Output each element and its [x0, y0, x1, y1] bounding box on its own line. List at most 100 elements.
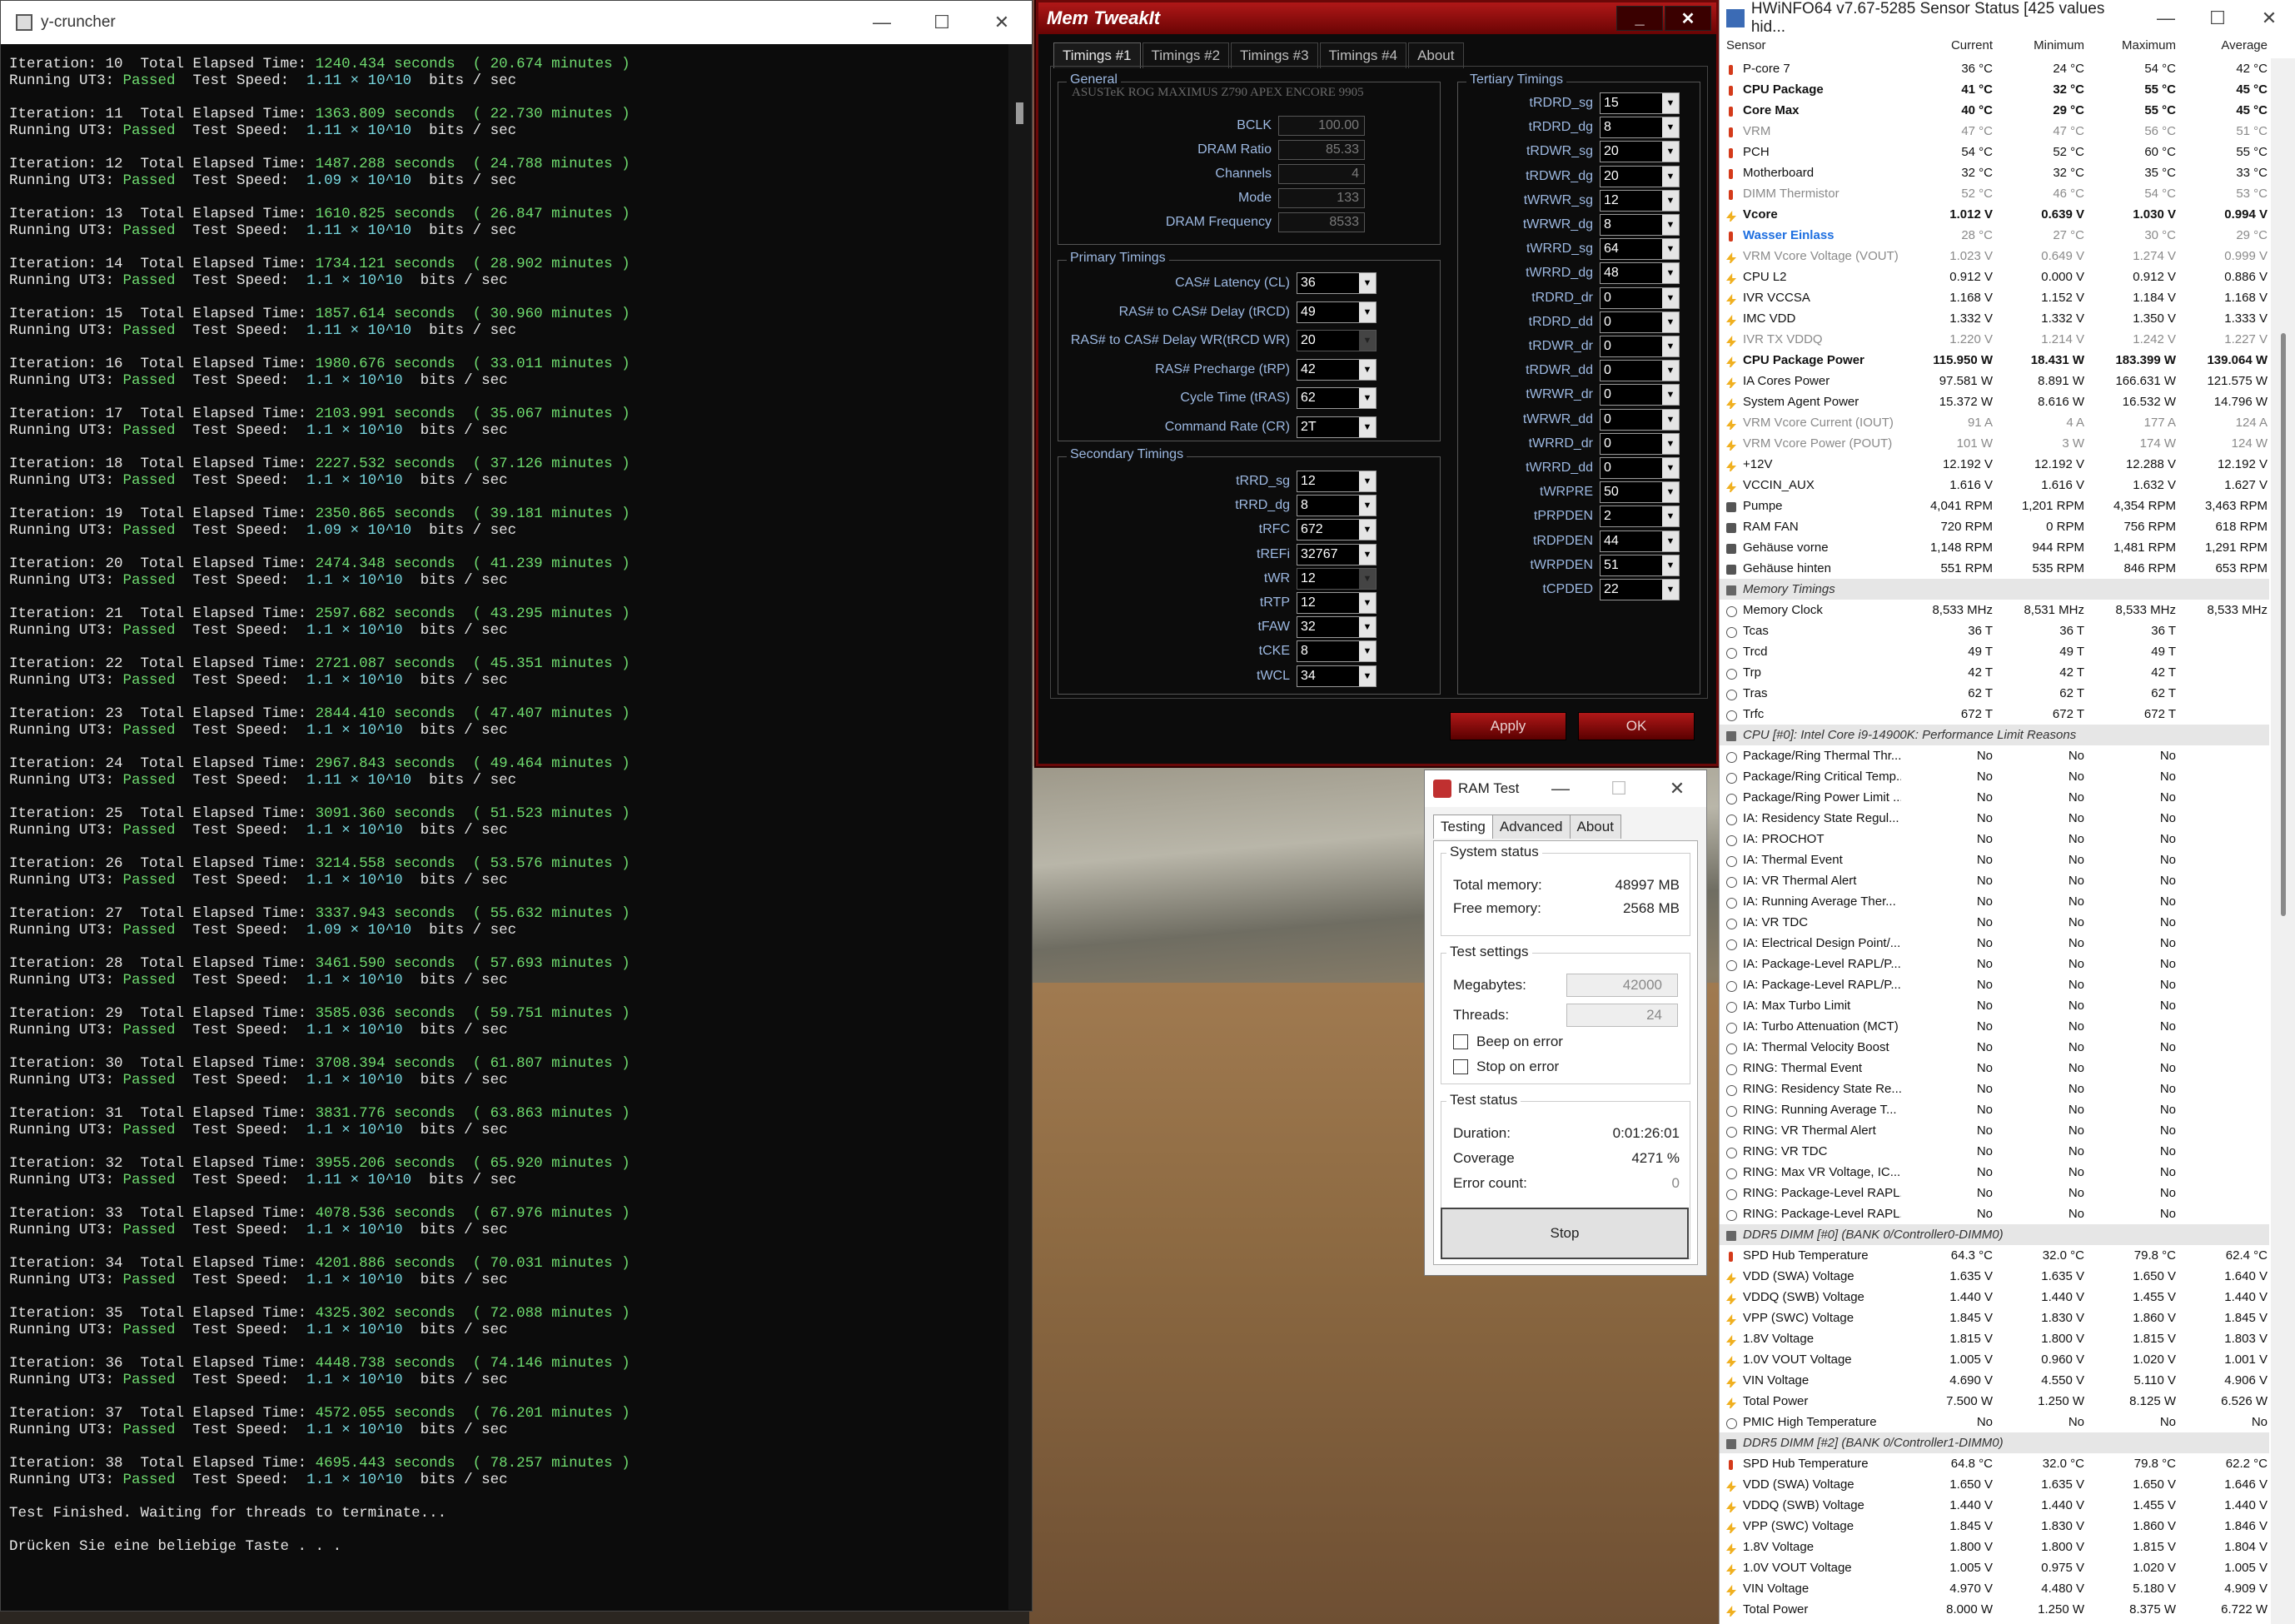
- sensor-row[interactable]: IMC VDD 1.332 V 1.332 V 1.350 V 1.333 V: [1720, 308, 2269, 329]
- timing-select[interactable]: 49 ▼: [1297, 301, 1377, 323]
- sensor-row[interactable]: Wasser Einlass 28 °C 27 °C 30 °C 29 °C: [1720, 225, 2269, 246]
- timing-select[interactable]: 2 ▼: [1600, 506, 1680, 528]
- sensor-row[interactable]: IVR VCCSA 1.168 V 1.152 V 1.184 V 1.168 V: [1720, 287, 2269, 308]
- tab-advanced[interactable]: Advanced: [1491, 814, 1571, 839]
- timing-select[interactable]: 20 ▼: [1600, 165, 1680, 187]
- tab-timings-4[interactable]: Timings #4: [1319, 42, 1407, 68]
- sensor-row[interactable]: VRM Vcore Voltage (VOUT) 1.023 V 0.649 V 1.…: [1720, 246, 2269, 267]
- sensor-row[interactable]: VRM 47 °C 47 °C 56 °C 51 °C: [1720, 121, 2269, 142]
- minimize-icon[interactable]: _: [1616, 6, 1663, 31]
- sensor-row[interactable]: +12V 12.192 V 12.192 V 12.288 V 12.192 V: [1720, 454, 2269, 475]
- timing-select[interactable]: 32 ▼: [1297, 616, 1377, 639]
- beep-on-error-checkbox[interactable]: Beep on error: [1453, 1034, 1563, 1050]
- sensor-row[interactable]: Total Power 8.000 W 1.250 W 8.375 W 6.722 W: [1720, 1599, 2269, 1620]
- sensor-row[interactable]: RAM FAN 720 RPM 0 RPM 756 RPM 618 RPM: [1720, 516, 2269, 537]
- col-sensor[interactable]: Sensor: [1720, 38, 1901, 58]
- timing-select[interactable]: 0 ▼: [1600, 336, 1680, 357]
- timing-select[interactable]: 12 ▼: [1297, 592, 1377, 614]
- timing-select[interactable]: 0 ▼: [1600, 457, 1680, 479]
- sensor-row[interactable]: Vcore 1.012 V 0.639 V 1.030 V 0.994 V: [1720, 204, 2269, 225]
- sensor-row[interactable]: IA: Residency State Regul... No No No: [1720, 808, 2269, 829]
- sensor-row[interactable]: Total Power 7.500 W 1.250 W 8.125 W 6.526 W: [1720, 1391, 2269, 1412]
- tab-timings-2[interactable]: Timings #2: [1142, 42, 1230, 68]
- sensor-row[interactable]: Trp 42 T 42 T 42 T: [1720, 662, 2269, 683]
- timing-select[interactable]: 50 ▼: [1600, 481, 1680, 504]
- timing-select[interactable]: 0 ▼: [1600, 311, 1680, 333]
- memtweakit-titlebar[interactable]: Mem TweakIt _ ✕: [1038, 2, 1716, 34]
- minimize-icon[interactable]: —: [852, 12, 912, 33]
- ycruncher-titlebar[interactable]: y-cruncher — ☐ ✕: [1, 1, 1032, 44]
- sensor-row[interactable]: 1.8V Voltage 1.800 V 1.800 V 1.815 V 1.804 V: [1720, 1537, 2269, 1557]
- timing-select[interactable]: 48 ▼: [1600, 262, 1680, 285]
- sensor-group-header[interactable]: DDR5 DIMM [#2] (BANK 0/Controller1-DIMM0…: [1720, 1432, 2269, 1453]
- sensor-row[interactable]: RING: Package-Level RAPL... No No No: [1720, 1183, 2269, 1203]
- sensor-row[interactable]: RING: Package-Level RAPL... No No No: [1720, 1203, 2269, 1224]
- sensor-row[interactable]: RING: VR TDC No No No: [1720, 1141, 2269, 1162]
- sensor-row[interactable]: PMIC High Temperature No No No No: [1720, 1412, 2269, 1432]
- hwinfo-titlebar[interactable]: HWiNFO64 v7.67-5285 Sensor Status [425 v…: [1720, 0, 2295, 37]
- timing-select[interactable]: 62 ▼: [1297, 387, 1377, 409]
- timing-select[interactable]: 15 ▼: [1600, 92, 1680, 114]
- col-minimum[interactable]: Minimum: [1993, 38, 2084, 58]
- console-scrollbar[interactable]: [1008, 44, 1032, 1610]
- sensor-scrollbar[interactable]: [2271, 58, 2295, 1624]
- ramtest-titlebar[interactable]: RAM Test — ☐ ✕: [1425, 770, 1706, 807]
- sensor-row[interactable]: PCH 54 °C 52 °C 60 °C 55 °C: [1720, 142, 2269, 162]
- sensor-row[interactable]: RING: Max VR Voltage, IC... No No No: [1720, 1162, 2269, 1183]
- sensor-row[interactable]: IA: VR Thermal Alert No No No: [1720, 870, 2269, 891]
- timing-select[interactable]: 22 ▼: [1600, 579, 1680, 600]
- sensor-row[interactable]: Trfc 672 T 672 T 672 T: [1720, 704, 2269, 725]
- sensor-row[interactable]: IA: Turbo Attenuation (MCT) No No No: [1720, 1016, 2269, 1037]
- sensor-row[interactable]: Package/Ring Power Limit ... No No No: [1720, 787, 2269, 808]
- maximize-icon[interactable]: ☐: [912, 12, 972, 33]
- sensor-row[interactable]: Gehäuse hinten 551 RPM 535 RPM 846 RPM 653 R…: [1720, 558, 2269, 579]
- sensor-row[interactable]: Motherboard 32 °C 32 °C 35 °C 33 °C: [1720, 162, 2269, 183]
- timing-select[interactable]: 0 ▼: [1600, 408, 1680, 431]
- sensor-row[interactable]: SPD Hub Temperature 64.8 °C 32.0 °C 79.8 °C…: [1720, 1453, 2269, 1474]
- timing-select[interactable]: 672 ▼: [1297, 519, 1377, 541]
- sensor-row[interactable]: Trcd 49 T 49 T 49 T: [1720, 641, 2269, 662]
- sensor-row[interactable]: Core Max 40 °C 29 °C 55 °C 45 °C: [1720, 100, 2269, 121]
- sensor-row[interactable]: IA: Package-Level RAPL/P... No No No: [1720, 954, 2269, 974]
- sensor-row[interactable]: VCCIN_AUX 1.616 V 1.616 V 1.632 V 1.627 V: [1720, 475, 2269, 496]
- sensor-row[interactable]: IA: Thermal Velocity Boost No No No: [1720, 1037, 2269, 1058]
- tab-timings-3[interactable]: Timings #3: [1231, 42, 1318, 68]
- sensor-row[interactable]: IA: Max Turbo Limit No No No: [1720, 995, 2269, 1016]
- sensor-row[interactable]: System Agent Power 15.372 W 8.616 W 16.532 …: [1720, 391, 2269, 412]
- sensor-row[interactable]: VDDQ (SWB) Voltage 1.440 V 1.440 V 1.455 V 1…: [1720, 1287, 2269, 1308]
- close-icon[interactable]: ✕: [2243, 7, 2295, 29]
- sensor-row[interactable]: IA: Package-Level RAPL/P... No No No: [1720, 974, 2269, 995]
- timing-select[interactable]: 20 ▼: [1600, 141, 1680, 163]
- megabytes-input[interactable]: 42000: [1566, 974, 1678, 997]
- timing-select[interactable]: 64 ▼: [1600, 238, 1680, 261]
- timing-select[interactable]: 0 ▼: [1600, 384, 1680, 406]
- sensor-row[interactable]: Tras 62 T 62 T 62 T: [1720, 683, 2269, 704]
- col-average[interactable]: Average: [2176, 38, 2268, 58]
- sensor-row[interactable]: CPU Package 41 °C 32 °C 55 °C 45 °C: [1720, 79, 2269, 100]
- timing-select[interactable]: 42 ▼: [1297, 358, 1377, 381]
- timing-select[interactable]: 8 ▼: [1600, 117, 1680, 139]
- sensor-row[interactable]: IA: PROCHOT No No No: [1720, 829, 2269, 849]
- maximize-icon[interactable]: ☐: [2192, 7, 2243, 29]
- sensor-row[interactable]: Package/Ring Thermal Thr... No No No: [1720, 745, 2269, 766]
- sensor-group-header[interactable]: CPU [#0]: Intel Core i9-14900K: Performa…: [1720, 725, 2269, 745]
- sensor-row[interactable]: VPP (SWC) Voltage 1.845 V 1.830 V 1.860 V 1.…: [1720, 1516, 2269, 1537]
- sensor-row[interactable]: VIN Voltage 4.690 V 4.550 V 5.110 V 4.906 V: [1720, 1370, 2269, 1391]
- timing-select[interactable]: 12 ▼: [1297, 471, 1377, 492]
- apply-button[interactable]: Apply: [1450, 712, 1566, 740]
- col-maximum[interactable]: Maximum: [2084, 38, 2176, 58]
- sensor-row[interactable]: Memory Clock 8,533 MHz 8,531 MHz 8,533 MHz 8…: [1720, 600, 2269, 620]
- minimize-icon[interactable]: —: [2140, 7, 2192, 29]
- sensor-row[interactable]: RING: VR Thermal Alert No No No: [1720, 1120, 2269, 1141]
- sensor-row[interactable]: RING: Residency State Re... No No No: [1720, 1079, 2269, 1099]
- sensor-row[interactable]: VDDQ (SWB) Voltage 1.440 V 1.440 V 1.455 V 1…: [1720, 1495, 2269, 1516]
- sensor-row[interactable]: 1.0V VOUT Voltage 1.005 V 0.960 V 1.020 V 1.…: [1720, 1349, 2269, 1370]
- timing-select[interactable]: 8 ▼: [1297, 640, 1377, 663]
- sensor-row[interactable]: CPU L2 0.912 V 0.000 V 0.912 V 0.886 V: [1720, 267, 2269, 287]
- sensor-row[interactable]: Gehäuse vorne 1,148 RPM 944 RPM 1,481 RPM 1,…: [1720, 537, 2269, 558]
- sensor-row[interactable]: VPP (SWC) Voltage 1.845 V 1.830 V 1.860 V 1.…: [1720, 1308, 2269, 1328]
- sensor-row[interactable]: RING: Thermal Event No No No: [1720, 1058, 2269, 1079]
- sensor-row[interactable]: Pumpe 4,041 RPM 1,201 RPM 4,354 RPM 3,463 RP…: [1720, 496, 2269, 516]
- sensor-row[interactable]: IA: VR TDC No No No: [1720, 912, 2269, 933]
- sensor-row[interactable]: DIMM Thermistor 52 °C 46 °C 54 °C 53 °C: [1720, 183, 2269, 204]
